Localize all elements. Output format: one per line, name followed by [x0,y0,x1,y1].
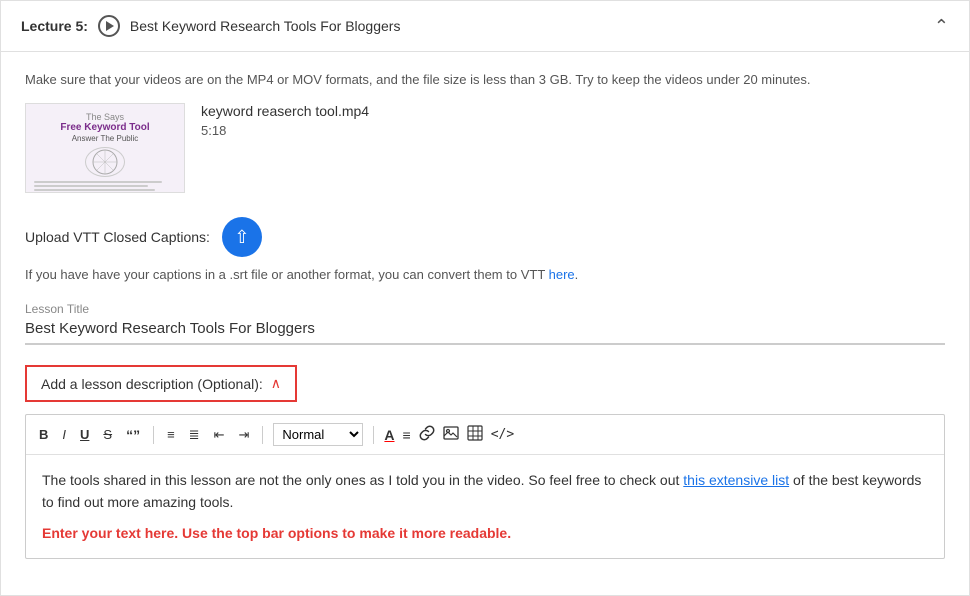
lecture-title: Best Keyword Research Tools For Bloggers [130,18,401,34]
underline-button[interactable]: U [77,425,92,444]
table-icon[interactable] [467,425,483,444]
description-toggle[interactable]: Add a lesson description (Optional): ∧ [25,365,297,402]
font-color-icon[interactable]: A [384,427,394,443]
editor-content: The tools shared in this lesson are not … [42,469,928,514]
editor-content-text: The tools shared in this lesson are not … [42,472,683,488]
ordered-list-button[interactable]: ≡ [164,425,178,444]
format-notice: Make sure that your videos are on the MP… [25,72,945,87]
thumb-main-title: Free Keyword Tool [60,122,149,134]
quote-button[interactable]: “” [123,425,143,445]
upload-vtt-button[interactable]: ⇧ [222,217,262,257]
content-area: Make sure that your videos are on the MP… [1,52,969,579]
link-icon[interactable] [419,425,435,444]
description-toggle-label: Add a lesson description (Optional): [41,376,263,392]
upload-vtt-label: Upload VTT Closed Captions: [25,229,210,245]
italic-button[interactable]: I [59,425,69,444]
strikethrough-button[interactable]: S [100,425,115,444]
unordered-list-button[interactable]: ≣ [186,425,203,445]
video-duration: 5:18 [201,123,369,138]
indent-left-button[interactable]: ⇤ [211,425,228,445]
lesson-title-value: Best Keyword Research Tools For Bloggers [25,320,945,345]
video-filename: keyword reaserch tool.mp4 [201,103,369,119]
lecture-label: Lecture 5: [21,18,88,34]
toolbar-separator-2 [262,426,263,444]
thumb-top-text: The Says [86,112,124,122]
collapse-icon[interactable]: ⌃ [934,16,949,37]
code-icon[interactable]: </> [491,427,514,442]
video-thumbnail: The Says Free Keyword Tool Answer The Pu… [25,103,185,193]
toolbar-separator-3 [373,426,374,444]
thumb-text-lines [34,181,176,193]
thumb-subtitle: Answer The Public [72,134,139,143]
toolbar-separator-1 [153,426,154,444]
lesson-title-section: Lesson Title Best Keyword Research Tools… [25,302,945,345]
upload-vtt-row: Upload VTT Closed Captions: ⇧ [25,217,945,257]
format-select[interactable]: Normal Heading 1 Heading 2 Heading 3 Hea… [273,423,363,446]
editor-body[interactable]: The tools shared in this lesson are not … [26,455,944,558]
play-icon[interactable] [98,15,120,37]
thumb-circle-decoration [85,147,125,177]
lecture-header: Lecture 5: Best Keyword Research Tools F… [1,1,969,52]
editor-hint: Enter your text here. Use the top bar op… [42,522,928,544]
upload-arrow-icon: ⇧ [234,228,249,246]
editor-content-link[interactable]: this extensive list [683,472,789,488]
bold-button[interactable]: B [36,425,51,444]
image-icon[interactable] [443,425,459,444]
captions-link[interactable]: here [549,267,575,282]
align-icon[interactable]: ≡ [403,427,411,443]
lesson-title-label: Lesson Title [25,302,945,316]
editor-container: B I U S “” ≡ ≣ ⇤ ⇥ Normal Heading 1 Head… [25,414,945,559]
captions-info: If you have have your captions in a .srt… [25,267,945,282]
video-info: keyword reaserch tool.mp4 5:18 [201,103,369,138]
editor-toolbar: B I U S “” ≡ ≣ ⇤ ⇥ Normal Heading 1 Head… [26,415,944,455]
captions-text: If you have have your captions in a .srt… [25,267,549,282]
video-row: The Says Free Keyword Tool Answer The Pu… [25,103,945,193]
indent-right-button[interactable]: ⇥ [235,425,252,445]
description-chevron-icon: ∧ [271,375,281,392]
